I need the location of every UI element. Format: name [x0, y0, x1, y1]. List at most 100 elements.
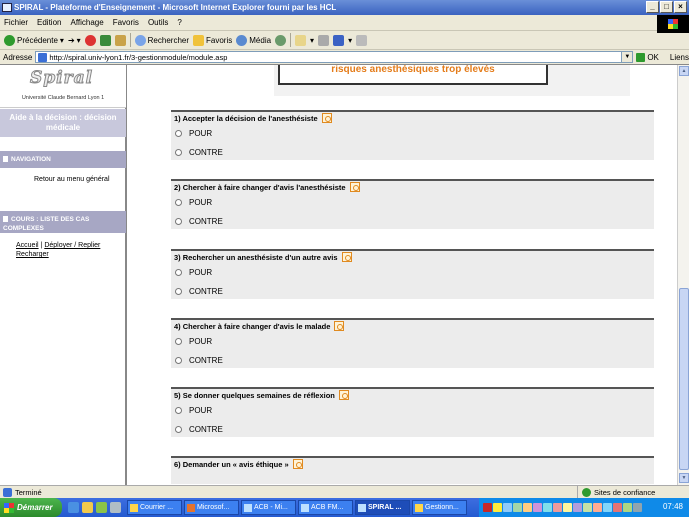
- radio-button[interactable]: [175, 426, 182, 433]
- tray-icon[interactable]: [573, 503, 582, 512]
- help-icon[interactable]: [334, 321, 345, 331]
- history-icon[interactable]: [275, 34, 287, 46]
- tray-icon[interactable]: [513, 503, 522, 512]
- menu-help[interactable]: ?: [177, 18, 181, 27]
- tray-icon[interactable]: [553, 503, 562, 512]
- chevron-down-icon[interactable]: ▼: [621, 52, 633, 62]
- help-icon[interactable]: [341, 252, 352, 262]
- chevron-down-icon[interactable]: ▾: [310, 36, 314, 45]
- tray-icon[interactable]: [603, 503, 612, 512]
- question-3: 3) Rechercher un anesthésiste d'un autre…: [171, 249, 654, 299]
- media-button[interactable]: Média: [236, 34, 271, 46]
- radio-button[interactable]: [175, 130, 182, 137]
- ie-icon[interactable]: [68, 502, 79, 513]
- taskbar: Démarrer Courrier ... Microsof... ACB - …: [0, 498, 689, 517]
- radio-button[interactable]: [175, 288, 182, 295]
- option-pour[interactable]: POUR: [175, 198, 212, 207]
- close-button[interactable]: ×: [674, 1, 687, 13]
- tray-icon[interactable]: [503, 503, 512, 512]
- menu-outils[interactable]: Outils: [148, 18, 168, 27]
- help-icon[interactable]: [349, 182, 360, 192]
- word-edit-icon[interactable]: [333, 34, 345, 46]
- tray-icon[interactable]: [613, 503, 622, 512]
- option-pour[interactable]: POUR: [175, 268, 212, 277]
- menu-fichier[interactable]: Fichier: [4, 18, 28, 27]
- task-microsoft[interactable]: Microsof...: [184, 500, 239, 515]
- help-icon[interactable]: [292, 459, 303, 469]
- search-button[interactable]: Rechercher: [134, 34, 189, 46]
- help-icon[interactable]: [321, 113, 332, 123]
- go-button[interactable]: OK: [636, 52, 659, 62]
- maximize-button[interactable]: □: [660, 1, 673, 13]
- favorites-button[interactable]: Favoris: [193, 34, 232, 46]
- tray-icon[interactable]: [583, 503, 592, 512]
- scrollbar-thumb[interactable]: [679, 288, 689, 470]
- vertical-scrollbar[interactable]: ▲ ▼: [677, 65, 689, 485]
- toolbar-separator: [290, 33, 292, 47]
- home-link[interactable]: Accueil: [16, 242, 39, 249]
- question-header: 1) Accepter la décision de l'anesthésist…: [171, 110, 654, 124]
- option-pour[interactable]: POUR: [175, 337, 212, 346]
- tray-icon[interactable]: [533, 503, 542, 512]
- tray-icon[interactable]: [493, 503, 502, 512]
- back-button[interactable]: Précédente ▾: [4, 34, 64, 46]
- scroll-up-icon[interactable]: ▲: [679, 66, 689, 76]
- option-contre[interactable]: CONTRE: [175, 148, 223, 157]
- task-spiral[interactable]: SPIRAL ...: [355, 500, 410, 515]
- reload-link[interactable]: Recharger: [16, 251, 49, 258]
- option-label: POUR: [189, 406, 213, 415]
- outlook-icon[interactable]: [82, 502, 93, 513]
- tray-icon[interactable]: [633, 503, 642, 512]
- menu-edition[interactable]: Edition: [37, 18, 61, 27]
- links-label[interactable]: Liens: [670, 53, 689, 62]
- option-contre[interactable]: CONTRE: [175, 287, 223, 296]
- clock[interactable]: 07:48: [663, 502, 683, 511]
- radio-button[interactable]: [175, 149, 182, 156]
- home-icon[interactable]: [114, 34, 126, 46]
- forward-button[interactable]: ➔ ▾: [68, 36, 81, 45]
- tray-icon[interactable]: [593, 503, 602, 512]
- refresh-icon[interactable]: [99, 34, 111, 46]
- option-pour[interactable]: POUR: [175, 406, 212, 415]
- task-acb-fm[interactable]: ACB FM...: [298, 500, 353, 515]
- radio-button[interactable]: [175, 199, 182, 206]
- menu-affichage[interactable]: Affichage: [70, 18, 103, 27]
- menu-favoris[interactable]: Favoris: [113, 18, 139, 27]
- option-contre[interactable]: CONTRE: [175, 217, 223, 226]
- option-contre[interactable]: CONTRE: [175, 356, 223, 365]
- question-options: [171, 470, 654, 484]
- tray-icon[interactable]: [483, 503, 492, 512]
- radio-button[interactable]: [175, 357, 182, 364]
- help-icon[interactable]: [338, 390, 349, 400]
- address-bar: Adresse http://spiral.univ-lyon1.fr/3-ge…: [0, 50, 689, 64]
- stop-icon[interactable]: [84, 34, 96, 46]
- scroll-down-icon[interactable]: ▼: [679, 473, 689, 483]
- tray-icon[interactable]: [543, 503, 552, 512]
- expand-collapse-link[interactable]: Déployer / Replier: [44, 242, 100, 249]
- task-gestionnaire[interactable]: Gestionn...: [412, 500, 467, 515]
- print-icon[interactable]: [318, 34, 330, 46]
- task-acb-mi[interactable]: ACB - Mi...: [241, 500, 296, 515]
- radio-button[interactable]: [175, 269, 182, 276]
- address-input[interactable]: http://spiral.univ-lyon1.fr/3-gestionmod…: [35, 51, 634, 63]
- tray-icon[interactable]: [523, 503, 532, 512]
- radio-button[interactable]: [175, 218, 182, 225]
- mail-icon[interactable]: [295, 34, 307, 46]
- media-player-icon[interactable]: [96, 502, 107, 513]
- task-courrier[interactable]: Courrier ...: [127, 500, 182, 515]
- discuss-icon[interactable]: [356, 34, 368, 46]
- start-label: Démarrer: [17, 503, 53, 512]
- radio-button[interactable]: [175, 407, 182, 414]
- radio-button[interactable]: [175, 338, 182, 345]
- tray-icon[interactable]: [623, 503, 632, 512]
- window-title-bar[interactable]: SPIRAL - Plateforme d'Enseignement - Mic…: [0, 0, 689, 15]
- risk-banner: risques anesthésiques trop élevés: [278, 65, 548, 85]
- option-contre[interactable]: CONTRE: [175, 425, 223, 434]
- chevron-down-icon[interactable]: ▾: [348, 36, 352, 45]
- start-button[interactable]: Démarrer: [0, 498, 62, 517]
- back-to-menu-link[interactable]: Retour au menu général: [34, 176, 110, 183]
- tray-icon[interactable]: [563, 503, 572, 512]
- option-pour[interactable]: POUR: [175, 129, 212, 138]
- desktop-icon[interactable]: [110, 502, 121, 513]
- minimize-button[interactable]: _: [646, 1, 659, 13]
